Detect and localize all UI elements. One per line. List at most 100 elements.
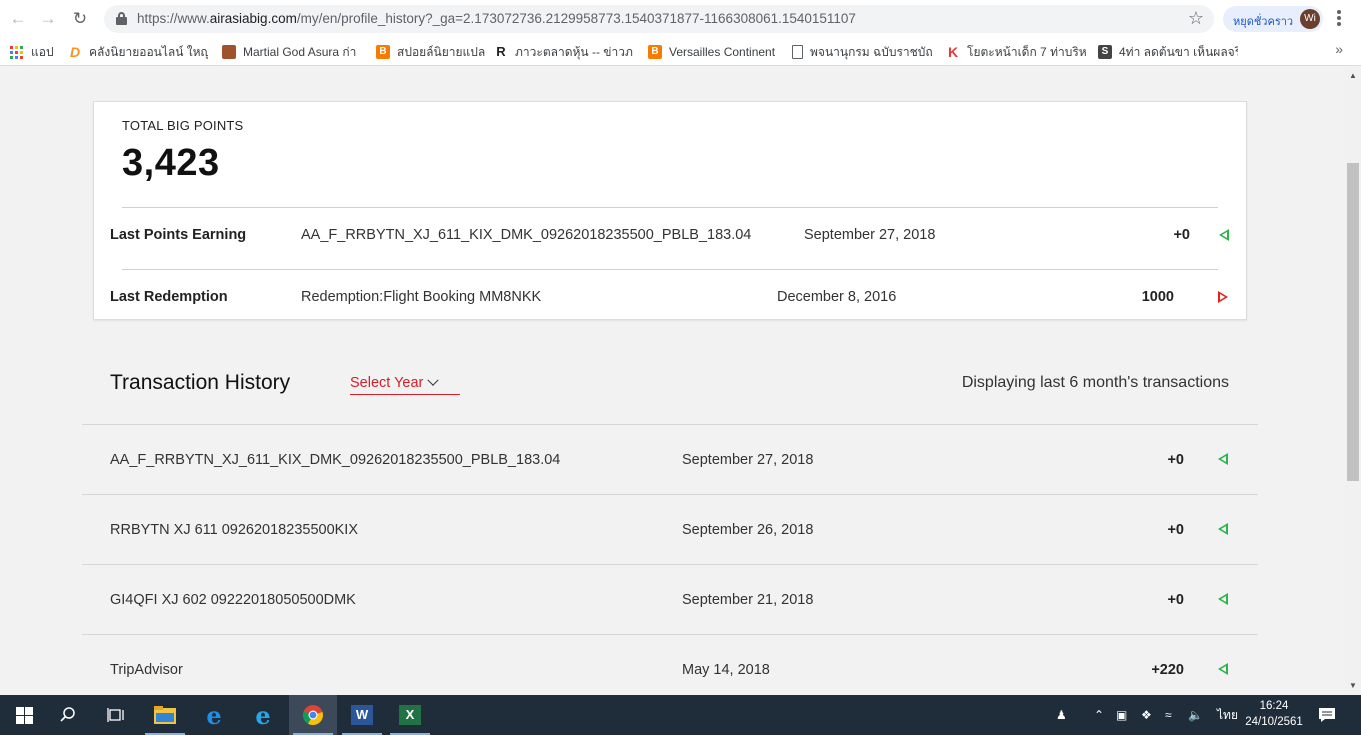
table-row: RRBYTN XJ 611 09262018235500KIX Septembe… — [82, 494, 1258, 564]
earn-arrow-icon — [1218, 523, 1228, 535]
taskbar-word[interactable]: W — [338, 695, 386, 735]
network-icon[interactable]: ▣ — [1116, 695, 1127, 735]
bookmark-item[interactable]: พจนานุกรม ฉบับราชบัณ — [792, 43, 932, 61]
search-button[interactable] — [44, 695, 92, 735]
task-view-button[interactable] — [92, 695, 140, 735]
bookmarks-overflow-button[interactable]: » — [1335, 41, 1343, 57]
tray-chevron-up-icon[interactable]: ⌃ — [1094, 695, 1104, 735]
bookmark-star-icon[interactable]: ☆ — [1188, 8, 1204, 29]
windows-logo-icon — [15, 706, 33, 724]
transaction-date: September 27, 2018 — [682, 452, 814, 468]
bookmarks-bar: แอป D คลังนิยายออนไลน์ ใหญ่ที่ Martial G… — [0, 38, 1361, 66]
bookmark-label: Martial God Asura ก่า — [243, 44, 357, 59]
divider — [122, 207, 1218, 208]
blogger-icon: B — [376, 45, 390, 59]
total-points-label: TOTAL BIG POINTS — [122, 118, 244, 133]
bookmark-item[interactable]: B สปอยล์นิยายแปล — [376, 43, 486, 61]
url-path: /my/en/profile_history?_ga=2.173072736.2… — [296, 11, 856, 26]
task-view-icon — [107, 708, 124, 722]
last-earning-label: Last Points Earning — [110, 227, 247, 243]
profile-status-label: หยุดชั่วคราว — [1233, 16, 1294, 28]
page-scrollbar[interactable]: ▲ ▼ — [1345, 67, 1361, 695]
last-earning-date: September 27, 2018 — [804, 227, 936, 243]
bookmark-item[interactable]: S 4ท่า ลดต้นขา เห็นผลจริง — [1098, 43, 1238, 61]
d-logo-icon: D — [69, 44, 81, 60]
redeem-arrow-icon — [1218, 291, 1228, 303]
earn-arrow-icon — [1218, 593, 1228, 605]
people-icon[interactable]: ♟ — [1056, 695, 1067, 735]
taskbar-chrome[interactable] — [289, 695, 337, 735]
taskbar-file-explorer[interactable] — [141, 695, 189, 735]
r-logo-icon: R — [496, 44, 506, 59]
clock-date: 24/10/2561 — [1245, 716, 1303, 728]
profile-chip[interactable]: หยุดชั่วคราว Wi — [1223, 6, 1323, 32]
word-icon: W — [351, 705, 373, 725]
book-cover-icon — [222, 45, 236, 59]
transaction-points: +0 — [1167, 522, 1184, 538]
bookmark-item[interactable]: Martial God Asura ก่า — [222, 43, 362, 61]
start-button[interactable] — [0, 695, 48, 735]
transaction-list: AA_F_RRBYTN_XJ_611_KIX_DMK_0926201823550… — [82, 424, 1258, 695]
transaction-description: TripAdvisor — [110, 662, 183, 678]
displaying-range-text: Displaying last 6 month's transactions — [961, 374, 1229, 391]
url-prefix: https://www. — [137, 11, 210, 26]
bookmark-apps[interactable]: แอป — [10, 43, 54, 61]
last-earning-points: +0 — [1173, 227, 1190, 243]
transaction-description: GI4QFI XJ 602 09222018050500DMK — [110, 592, 356, 608]
wifi-icon[interactable]: ≈ — [1165, 695, 1172, 735]
last-redemption-label: Last Redemption — [110, 289, 228, 305]
bookmark-label: Versailles Continent — [669, 45, 776, 59]
bookmark-item[interactable]: K โยตะหน้าเด็ก 7 ท่าบริหา — [946, 43, 1086, 61]
notifications-button[interactable] — [1318, 695, 1336, 735]
forward-arrow-icon[interactable]: → — [38, 9, 58, 29]
taskbar-internet-explorer[interactable]: e — [239, 695, 287, 735]
transaction-date: May 14, 2018 — [682, 662, 770, 678]
earn-arrow-icon — [1219, 229, 1229, 241]
address-bar[interactable]: https://www.airasiabig.com/my/en/profile… — [104, 5, 1214, 33]
transaction-date: September 26, 2018 — [682, 522, 814, 538]
system-clock[interactable]: 16:24 24/10/2561 — [1244, 698, 1304, 730]
transaction-points: +0 — [1167, 452, 1184, 468]
bookmark-label: พจนานุกรม ฉบับราชบัณ — [810, 44, 932, 59]
bookmark-label: แอป — [31, 44, 54, 59]
scroll-up-icon[interactable]: ▲ — [1349, 71, 1357, 80]
kebab-menu-icon[interactable] — [1331, 10, 1347, 28]
page-icon — [792, 45, 803, 59]
last-earning-description: AA_F_RRBYTN_XJ_611_KIX_DMK_0926201823550… — [301, 227, 752, 243]
scrollbar-thumb[interactable] — [1347, 163, 1359, 481]
windows-taskbar: e e W X ♟ ⌃ ▣ ❖ ≈ 🔈 ไทย 16:24 24/10/2561 — [0, 695, 1361, 735]
last-redemption-description: Redemption:Flight Booking MM8NKK — [301, 289, 542, 305]
bookmark-item[interactable]: D คลังนิยายออนไลน์ ใหญ่ที่ — [68, 43, 208, 61]
apps-grid-icon — [10, 45, 23, 59]
dropbox-icon[interactable]: ❖ — [1141, 695, 1152, 735]
folder-icon — [154, 706, 176, 724]
back-arrow-icon[interactable]: ← — [8, 9, 28, 29]
volume-icon[interactable]: 🔈 — [1188, 695, 1203, 735]
table-row: TripAdvisor May 14, 2018 +220 — [82, 634, 1258, 695]
transaction-history-title: Transaction History — [110, 371, 291, 394]
last-redemption-date: December 8, 2016 — [777, 289, 897, 305]
select-year-label: Select Year — [350, 375, 424, 391]
chevron-down-icon — [427, 374, 440, 386]
excel-icon: X — [399, 705, 421, 725]
divider — [122, 269, 1218, 270]
select-year-dropdown[interactable]: Select Year — [350, 374, 460, 395]
bookmark-label: โยตะหน้าเด็ก 7 ท่าบริหา — [967, 44, 1086, 59]
transaction-points: +0 — [1167, 592, 1184, 608]
transaction-points: +220 — [1151, 662, 1184, 678]
scroll-down-icon[interactable]: ▼ — [1349, 681, 1357, 690]
earn-arrow-icon — [1218, 453, 1228, 465]
bookmark-label: คลังนิยายออนไลน์ ใหญ่ที่ — [89, 44, 208, 59]
lock-icon — [116, 12, 127, 25]
taskbar-excel[interactable]: X — [386, 695, 434, 735]
reload-icon[interactable]: ↻ — [70, 9, 90, 29]
browser-toolbar: ← → ↻ https://www.airasiabig.com/my/en/p… — [0, 0, 1361, 38]
k-logo-icon: K — [947, 44, 959, 60]
bookmark-item[interactable]: R ภาวะตลาดหุ้น -- ข่าวภา — [494, 43, 634, 61]
url-text[interactable]: https://www.airasiabig.com/my/en/profile… — [137, 11, 856, 26]
bookmark-item[interactable]: B Versailles Continent — [648, 43, 783, 61]
clock-time: 16:24 — [1259, 700, 1289, 712]
input-language[interactable]: ไทย — [1217, 695, 1238, 735]
internet-explorer-icon: e — [255, 700, 271, 730]
taskbar-edge[interactable]: e — [190, 695, 238, 735]
